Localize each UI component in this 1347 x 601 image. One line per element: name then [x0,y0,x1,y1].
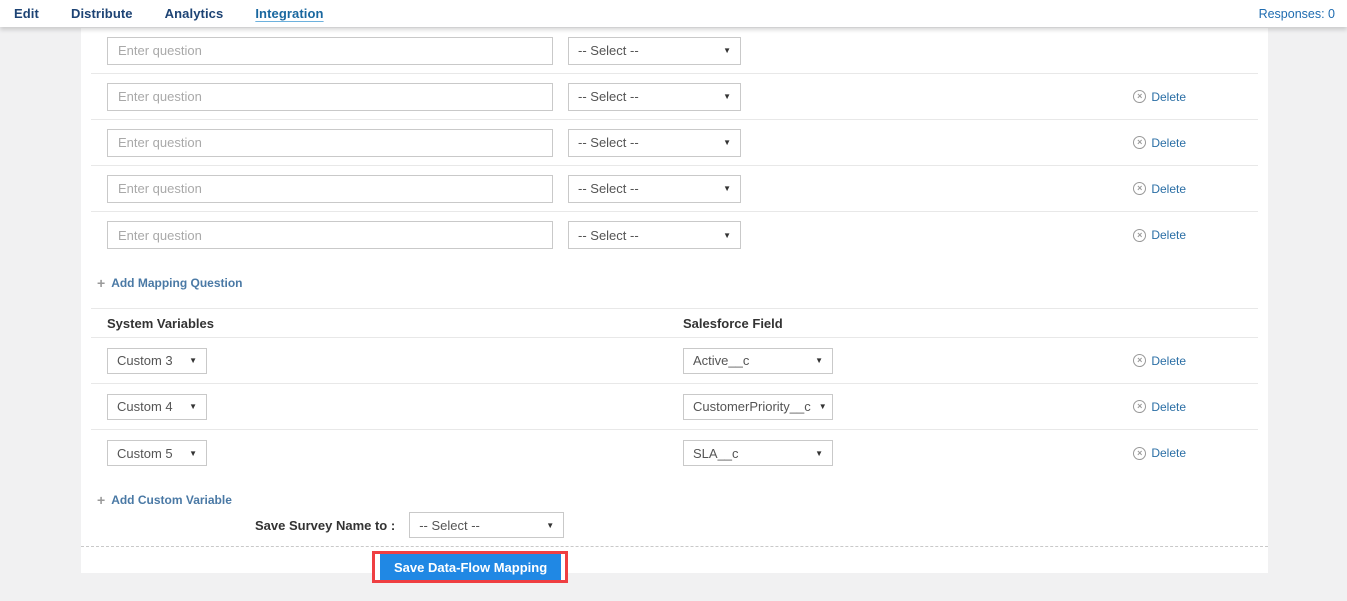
delete-circle-x-icon: × [1133,182,1146,195]
delete-link[interactable]: × Delete [1133,228,1186,242]
add-mapping-question-link[interactable]: + Add Mapping Question [97,276,243,290]
tab-integration[interactable]: Integration [255,6,323,21]
delete-circle-x-icon: × [1133,400,1146,413]
dashed-divider [81,546,1268,547]
delete-label: Delete [1151,228,1186,242]
system-variables-header: System Variables [107,316,214,331]
select-value: Custom 4 [117,399,173,414]
select-value: -- Select -- [578,43,639,58]
chevron-down-icon: ▼ [819,402,827,411]
mapping-question-row: -- Select -- ▼ × Delete [91,120,1258,166]
tab-distribute[interactable]: Distribute [71,6,133,21]
responses-count: Responses: 0 [1259,7,1335,21]
top-navbar: Edit Distribute Analytics Integration Re… [0,0,1347,27]
select-value: Custom 5 [117,446,173,461]
delete-link[interactable]: × Delete [1133,446,1186,460]
system-variable-select[interactable]: Custom 3 ▼ [107,348,207,374]
question-input[interactable] [107,129,553,157]
tab-analytics[interactable]: Analytics [165,6,224,21]
chevron-down-icon: ▼ [723,138,731,147]
save-button-area: Save Data-Flow Mapping [372,551,568,583]
system-variable-select[interactable]: Custom 4 ▼ [107,394,207,420]
chevron-down-icon: ▼ [723,184,731,193]
integration-mapping-panel: -- Select -- ▼ -- Select -- ▼ × Delete -… [81,28,1268,573]
plus-icon: + [97,277,105,289]
delete-label: Delete [1151,400,1186,414]
select-value: -- Select -- [419,518,480,533]
system-variable-select[interactable]: Custom 5 ▼ [107,440,207,466]
question-input[interactable] [107,83,553,111]
variable-mapping-header-row: System Variables Salesforce Field [91,308,1258,338]
delete-link[interactable]: × Delete [1133,136,1186,150]
chevron-down-icon: ▼ [815,356,823,365]
chevron-down-icon: ▼ [723,46,731,55]
select-value: SLA__c [693,446,739,461]
mapping-question-row: -- Select -- ▼ × Delete [91,212,1258,258]
delete-label: Delete [1151,136,1186,150]
mapping-question-row: -- Select -- ▼ × Delete [91,74,1258,120]
chevron-down-icon: ▼ [189,402,197,411]
select-value: -- Select -- [578,135,639,150]
save-survey-name-row: Save Survey Name to : -- Select -- ▼ [81,512,1268,538]
plus-icon: + [97,494,105,506]
save-data-flow-mapping-button[interactable]: Save Data-Flow Mapping [380,554,561,580]
question-input[interactable] [107,221,553,249]
salesforce-field-header: Salesforce Field [683,316,783,331]
variable-mapping-row: Custom 4 ▼ CustomerPriority__c ▼ × Delet… [91,384,1258,430]
select-value: -- Select -- [578,89,639,104]
salesforce-field-select[interactable]: CustomerPriority__c ▼ [683,394,833,420]
salesforce-field-select[interactable]: SLA__c ▼ [683,440,833,466]
mapping-question-row: -- Select -- ▼ [91,28,1258,74]
delete-label: Delete [1151,446,1186,460]
variable-mapping-row: Custom 3 ▼ Active__c ▼ × Delete [91,338,1258,384]
save-survey-name-label: Save Survey Name to : [255,518,395,533]
question-input[interactable] [107,175,553,203]
variable-mapping-row: Custom 5 ▼ SLA__c ▼ × Delete [91,430,1258,476]
question-field-select[interactable]: -- Select -- ▼ [568,175,741,203]
select-value: -- Select -- [578,228,639,243]
question-field-select[interactable]: -- Select -- ▼ [568,37,741,65]
chevron-down-icon: ▼ [189,449,197,458]
delete-label: Delete [1151,182,1186,196]
delete-link[interactable]: × Delete [1133,90,1186,104]
save-survey-name-select[interactable]: -- Select -- ▼ [409,512,564,538]
delete-circle-x-icon: × [1133,229,1146,242]
select-value: -- Select -- [578,181,639,196]
select-value: Active__c [693,353,749,368]
question-field-select[interactable]: -- Select -- ▼ [568,221,741,249]
annotation-highlight-box: Save Data-Flow Mapping [372,551,568,583]
mapping-question-row: -- Select -- ▼ × Delete [91,166,1258,212]
delete-link[interactable]: × Delete [1133,400,1186,414]
select-value: CustomerPriority__c [693,399,811,414]
delete-circle-x-icon: × [1133,447,1146,460]
add-custom-variable-label: Add Custom Variable [111,493,232,507]
add-custom-variable-link[interactable]: + Add Custom Variable [97,493,232,507]
variable-mapping-section: System Variables Salesforce Field Custom… [81,308,1268,476]
question-field-select[interactable]: -- Select -- ▼ [568,129,741,157]
select-value: Custom 3 [117,353,173,368]
delete-label: Delete [1151,354,1186,368]
tab-edit[interactable]: Edit [14,6,39,21]
chevron-down-icon: ▼ [189,356,197,365]
chevron-down-icon: ▼ [546,521,554,530]
nav-items: Edit Distribute Analytics Integration [14,6,324,21]
salesforce-field-select[interactable]: Active__c ▼ [683,348,833,374]
delete-circle-x-icon: × [1133,136,1146,149]
chevron-down-icon: ▼ [815,449,823,458]
question-input[interactable] [107,37,553,65]
delete-circle-x-icon: × [1133,354,1146,367]
delete-link[interactable]: × Delete [1133,354,1186,368]
question-field-select[interactable]: -- Select -- ▼ [568,83,741,111]
add-mapping-question-label: Add Mapping Question [111,276,242,290]
delete-circle-x-icon: × [1133,90,1146,103]
delete-link[interactable]: × Delete [1133,182,1186,196]
chevron-down-icon: ▼ [723,231,731,240]
chevron-down-icon: ▼ [723,92,731,101]
delete-label: Delete [1151,90,1186,104]
